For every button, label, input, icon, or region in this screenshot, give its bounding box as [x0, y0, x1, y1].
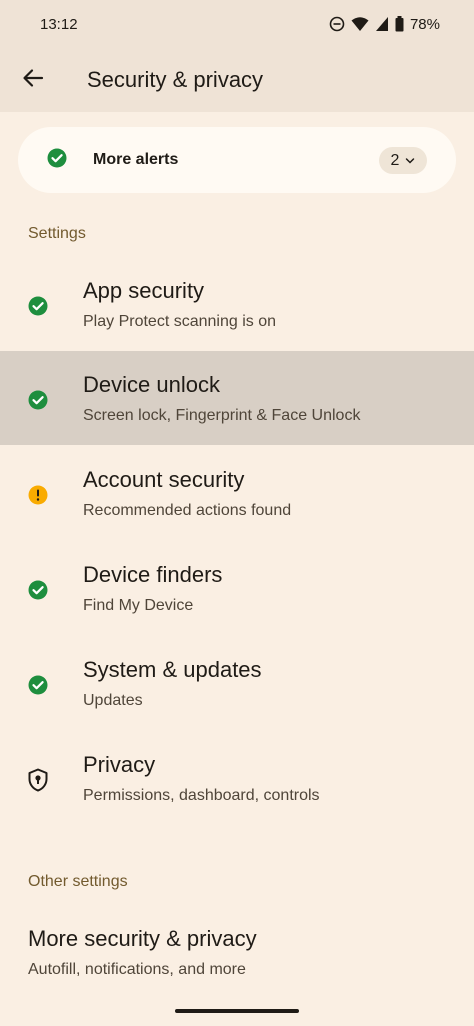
list-item-subtitle: Updates: [83, 692, 143, 709]
chevron-down-icon: [405, 152, 415, 170]
list-item-more-security-privacy[interactable]: More security & privacy Autofill, notifi…: [0, 905, 474, 999]
check-circle-icon: [26, 388, 50, 412]
battery-icon: [395, 16, 404, 32]
list-item-account-security[interactable]: Account security Recommended actions fou…: [0, 446, 474, 540]
check-circle-icon: [26, 673, 50, 697]
more-alerts-label: More alerts: [93, 151, 179, 168]
more-alerts-card[interactable]: More alerts 2: [18, 127, 456, 193]
status-bar: 13:12 78%: [0, 0, 474, 48]
list-item-subtitle: Recommended actions found: [83, 502, 292, 519]
page-title: Security & privacy: [87, 67, 264, 92]
list-item-title: App security: [83, 278, 205, 303]
shield-keyhole-icon: [26, 768, 50, 792]
list-item-title: Account security: [83, 467, 245, 492]
list-item-title: Device unlock: [83, 372, 220, 397]
list-item-title: Privacy: [83, 752, 156, 777]
status-icons: 78%: [329, 16, 440, 33]
list-item-device-finders[interactable]: Device finders Find My Device: [0, 541, 474, 635]
list-item-privacy[interactable]: Privacy Permissions, dashboard, controls: [0, 731, 474, 825]
app-bar: Security & privacy: [0, 48, 474, 112]
warning-circle-icon: [26, 483, 50, 507]
check-circle-icon: [26, 294, 50, 318]
list-item-subtitle: Permissions, dashboard, controls: [83, 787, 320, 804]
list-item-system-updates[interactable]: System & updates Updates: [0, 636, 474, 730]
back-button[interactable]: [9, 56, 57, 104]
arrow-back-icon: [22, 67, 44, 94]
check-circle-icon: [26, 578, 50, 602]
list-item-subtitle: Find My Device: [83, 597, 194, 614]
battery-percent: 78%: [409, 15, 440, 33]
status-time: 13:12: [40, 15, 78, 33]
section-header-settings: Settings: [28, 225, 86, 242]
security-privacy-screen: 13:12 78% Security & privacy More alerts…: [0, 0, 474, 1026]
cellular-icon: [375, 16, 389, 32]
check-circle-icon: [47, 148, 67, 173]
list-item-subtitle: Autofill, notifications, and more: [28, 961, 246, 978]
list-item-title: System & updates: [83, 657, 262, 682]
home-indicator[interactable]: [175, 1009, 299, 1013]
alerts-count: 2: [390, 151, 400, 169]
section-header-other-settings: Other settings: [28, 873, 128, 890]
list-item-subtitle: Play Protect scanning is on: [83, 313, 276, 330]
alerts-count-chip[interactable]: 2: [379, 147, 427, 174]
list-item-title: Device finders: [83, 562, 223, 587]
dnd-icon: [329, 16, 345, 32]
list-item-app-security[interactable]: App security Play Protect scanning is on: [0, 257, 474, 351]
wifi-icon: [351, 16, 369, 32]
list-item-subtitle: Screen lock, Fingerprint & Face Unlock: [83, 407, 361, 424]
list-item-device-unlock[interactable]: Device unlock Screen lock, Fingerprint &…: [0, 351, 474, 445]
list-item-title: More security & privacy: [28, 926, 257, 951]
